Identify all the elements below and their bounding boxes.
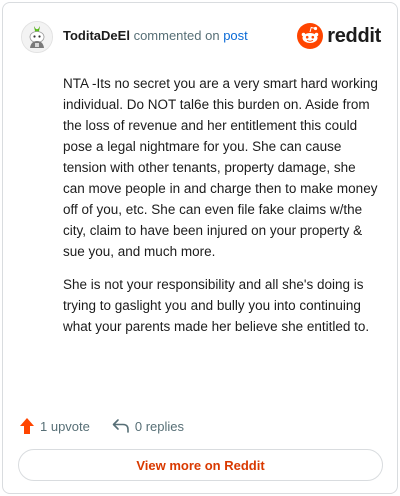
comment-footer: 1 upvote 0 replies [19,415,206,437]
upvote-count: 1 upvote [40,418,90,434]
comment-paragraph: She is not your responsibility and all s… [63,277,370,334]
avatar-icon [22,22,52,52]
replies-button[interactable]: 0 replies [112,418,184,434]
upvote-button[interactable]: 1 upvote [19,417,90,435]
post-link[interactable]: post [223,28,248,43]
user-avatar[interactable] [21,21,53,53]
comment-header: ToditaDeEl commented on post reddit [21,17,383,57]
reddit-brand[interactable]: reddit [297,23,381,49]
reddit-snoo-icon [297,23,324,49]
reddit-wordmark: reddit [327,24,381,47]
action-text: commented on [133,28,220,43]
reply-arrow-icon [112,419,129,433]
comment-body: NTA -Its no secret you are a very smart … [63,73,378,349]
username[interactable]: ToditaDeEl [63,28,130,43]
comment-paragraph: NTA -Its no secret you are a very smart … [63,76,378,259]
replies-count: 0 replies [134,418,185,434]
upvote-arrow-icon [20,418,34,434]
view-more-button[interactable]: View more on Reddit [18,449,383,481]
comment-embed-card: ToditaDeEl commented on post reddit NTA … [2,2,398,494]
comment-meta: ToditaDeEl commented on post [63,28,248,44]
